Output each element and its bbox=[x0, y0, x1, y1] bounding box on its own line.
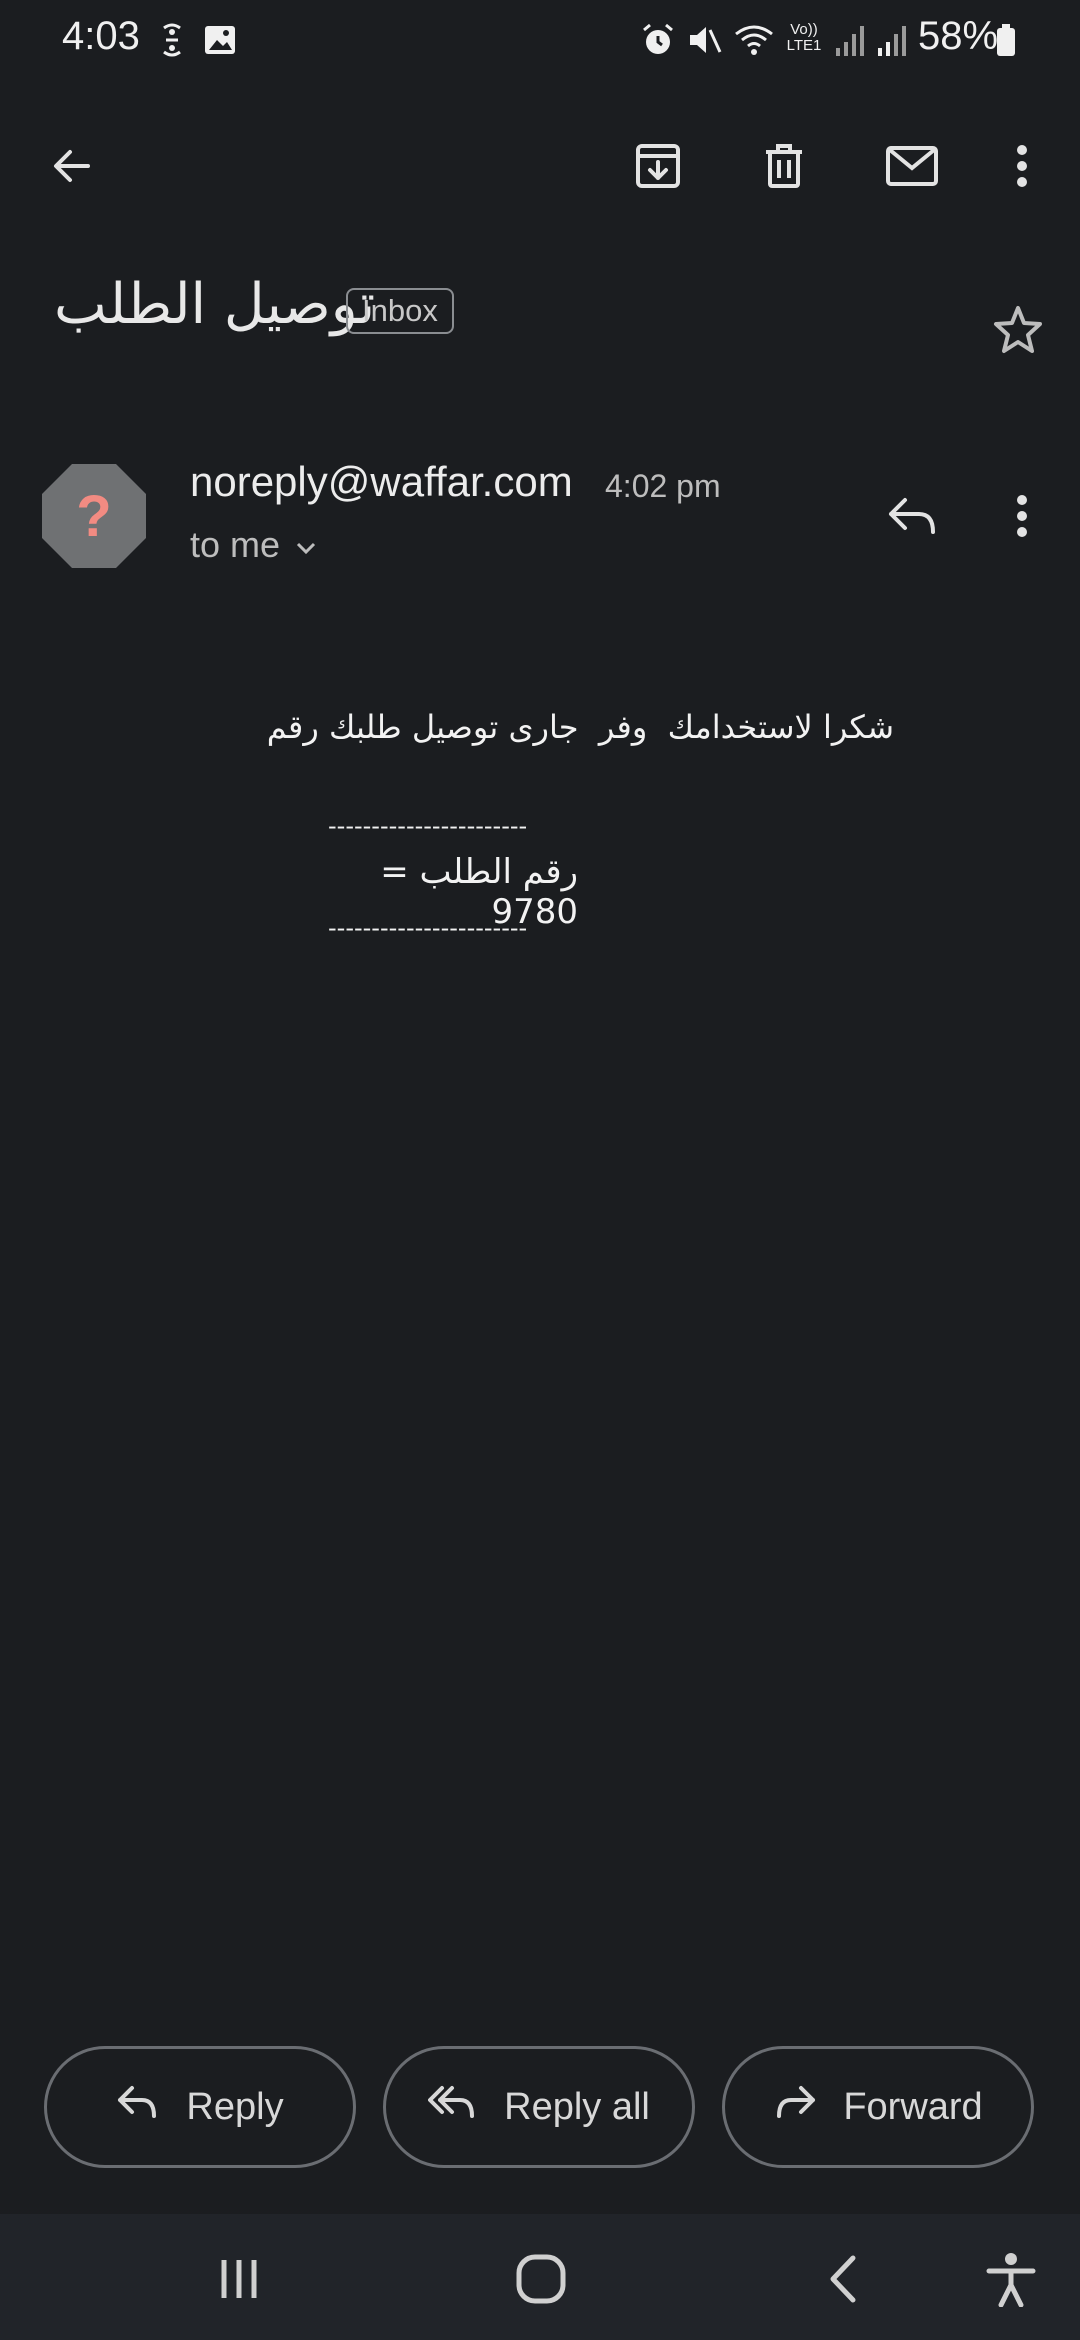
mark-unread-icon[interactable] bbox=[872, 126, 952, 206]
status-bar: 4:03 Vo)) LTE1 58% bbox=[0, 0, 1080, 80]
more-vert-icon[interactable] bbox=[982, 476, 1062, 556]
reply-icon bbox=[116, 2084, 160, 2130]
back-nav-icon[interactable] bbox=[808, 2244, 878, 2314]
recipient-toggle[interactable]: to me bbox=[190, 524, 318, 566]
back-arrow-icon[interactable] bbox=[32, 126, 112, 206]
battery-icon bbox=[994, 20, 1034, 60]
network-type-label: Vo)) LTE1 bbox=[786, 21, 822, 54]
chevron-down-icon bbox=[294, 524, 318, 566]
reply-button-label: Reply bbox=[186, 2085, 284, 2128]
accessibility-icon[interactable] bbox=[976, 2244, 1046, 2314]
reply-all-icon bbox=[428, 2084, 478, 2130]
reply-button[interactable]: Reply bbox=[44, 2046, 356, 2168]
wifi-icon bbox=[732, 20, 773, 60]
alarm-icon bbox=[638, 20, 678, 60]
svg-text:?: ? bbox=[76, 484, 111, 549]
signal-icon bbox=[830, 20, 870, 60]
inbox-label-chip[interactable]: Inbox bbox=[346, 288, 454, 334]
forward-button-label: Forward bbox=[843, 2085, 983, 2128]
sender-email[interactable]: noreply@waffar.com bbox=[190, 458, 573, 506]
status-time: 4:03 bbox=[62, 14, 140, 58]
avatar[interactable]: ? bbox=[40, 462, 148, 570]
reply-all-button[interactable]: Reply all bbox=[383, 2046, 695, 2168]
received-time: 4:02 pm bbox=[605, 468, 721, 504]
mute-icon bbox=[684, 20, 724, 60]
recent-apps-icon[interactable] bbox=[204, 2244, 274, 2314]
reply-icon[interactable] bbox=[872, 476, 952, 556]
recipient-label: to me bbox=[190, 524, 281, 565]
more-vert-icon[interactable] bbox=[982, 126, 1062, 206]
forward-icon bbox=[773, 2084, 817, 2130]
gallery-icon bbox=[200, 20, 240, 60]
sim-icon bbox=[152, 20, 192, 60]
body-text: شكرا لاستخدامك وفر جارى توصيل طلبك رقم bbox=[266, 708, 894, 746]
delete-icon[interactable] bbox=[744, 126, 824, 206]
signal-icon bbox=[872, 20, 912, 60]
archive-icon[interactable] bbox=[618, 126, 698, 206]
battery-percent: 58% bbox=[918, 14, 999, 58]
divider-text: ----------------------- bbox=[328, 914, 528, 942]
star-icon[interactable] bbox=[978, 290, 1058, 370]
forward-button[interactable]: Forward bbox=[722, 2046, 1034, 2168]
email-subject: توصيل الطلب bbox=[54, 272, 376, 337]
home-icon[interactable] bbox=[506, 2244, 576, 2314]
reply-all-button-label: Reply all bbox=[504, 2085, 650, 2128]
divider-text: ----------------------- bbox=[328, 812, 528, 840]
